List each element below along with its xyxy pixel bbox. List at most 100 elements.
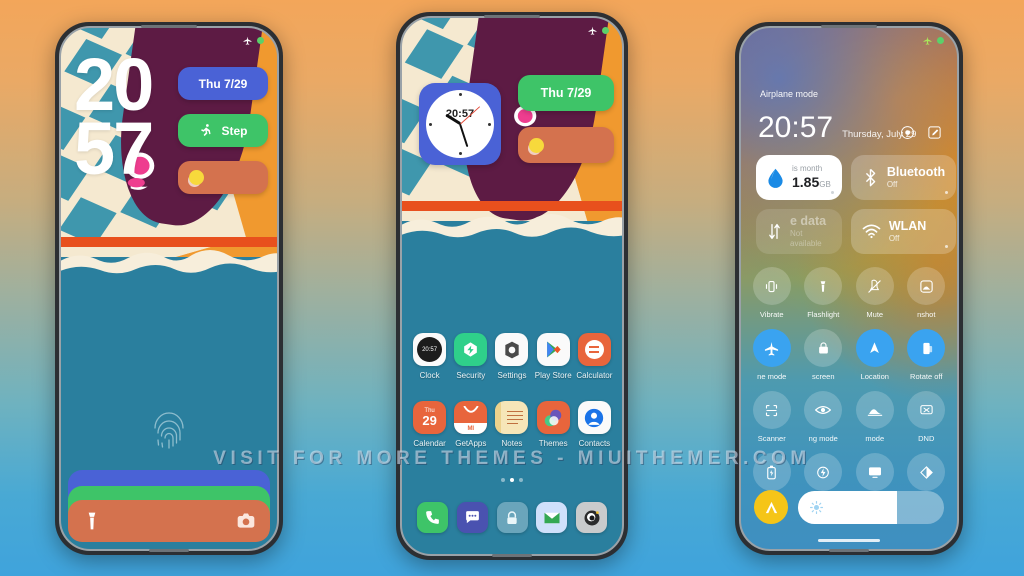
- tile-wlan-status: Off: [888, 234, 900, 244]
- widget-date[interactable]: Thu 7/29: [518, 75, 614, 111]
- app-label: Calendar: [413, 439, 446, 448]
- security-icon: [454, 333, 488, 366]
- cc-time: 20:57: [758, 111, 834, 144]
- bar-orange[interactable]: [68, 500, 270, 542]
- app-clock[interactable]: 20:57 Clock: [409, 333, 450, 380]
- bottom-speaker: [829, 549, 869, 552]
- tile-mobile-data-title: e data: [790, 214, 827, 229]
- toggle-mute[interactable]: Mute: [849, 267, 901, 319]
- tile-data-value: 1.85: [792, 173, 820, 190]
- page-dot-active[interactable]: [510, 478, 514, 482]
- app-contacts[interactable]: Contacts: [574, 401, 615, 448]
- toggle-label: Mute: [866, 310, 884, 319]
- app-label: Themes: [538, 439, 568, 448]
- toggle-label: DND: [918, 434, 935, 443]
- vibrate-icon: [752, 267, 791, 305]
- toggle-lockscreen[interactable]: screen: [798, 329, 850, 381]
- tile-bluetooth-status: Off: [886, 180, 898, 190]
- tile-mobile-data-status: Not available: [790, 229, 822, 249]
- scanner-icon: [752, 391, 791, 429]
- app-label: Security: [456, 371, 486, 380]
- toggle-airplane-mode[interactable]: ne mode: [746, 329, 798, 381]
- toggle-screenshot[interactable]: nshot: [901, 267, 953, 319]
- app-play-store[interactable]: Play Store: [533, 333, 574, 380]
- lock-icon[interactable]: [496, 502, 528, 533]
- widget-date-label: Thu 7/29: [198, 76, 248, 91]
- record-icon[interactable]: [900, 125, 915, 140]
- app-themes[interactable]: Themes: [533, 401, 574, 448]
- toggle-dnd[interactable]: DND: [901, 391, 953, 443]
- analog-clock-widget[interactable]: 20:57: [419, 83, 501, 165]
- toggle-dark-mode[interactable]: mode: [849, 391, 901, 443]
- toggle-label: ne mode: [757, 372, 787, 381]
- widget-step-label: Step: [221, 123, 248, 138]
- phone-1-statusbar: [60, 27, 278, 53]
- fingerprint-icon[interactable]: [152, 410, 186, 450]
- toggle-label: nshot: [917, 310, 936, 319]
- app-label: Settings: [497, 371, 527, 380]
- page-dot[interactable]: [519, 478, 523, 482]
- toggle-reading-mode[interactable]: ng mode: [798, 391, 850, 443]
- sun-icon: [529, 137, 544, 153]
- toggle-location[interactable]: Location: [849, 329, 901, 381]
- bottom-speaker: [492, 554, 532, 557]
- tile-wlan[interactable]: WLAN Off: [850, 209, 957, 254]
- airplane-icon: [588, 26, 597, 35]
- tile-mobile-data[interactable]: e data Not available: [756, 209, 842, 254]
- tile-bluetooth[interactable]: Bluetooth Off: [850, 155, 957, 200]
- flashlight-icon: [804, 267, 843, 305]
- battery-icon: [937, 36, 944, 44]
- earpiece-speaker: [141, 25, 197, 28]
- app-label: GetApps: [455, 439, 487, 448]
- phone-2-screen: 20:57 Thu 7/29 20:57 Clock Security Sett…: [401, 17, 623, 555]
- data-arrows-icon: [769, 223, 780, 240]
- app-label: Play Store: [534, 371, 572, 380]
- email-icon[interactable]: [536, 502, 568, 533]
- brightness-slider[interactable]: [798, 490, 944, 524]
- widget-step[interactable]: Step: [178, 114, 268, 147]
- toggle-scanner[interactable]: Scanner: [746, 391, 798, 443]
- sun-icon: [189, 170, 204, 185]
- app-settings[interactable]: Settings: [491, 333, 532, 380]
- app-notes[interactable]: Notes: [491, 401, 532, 448]
- tile-data-usage[interactable]: is month 1.85GB: [756, 155, 842, 200]
- phone-icon[interactable]: [417, 502, 448, 533]
- tile-led: [945, 245, 949, 248]
- phone-3-screen: Airplane mode 20:57 Thursday, July 29 is…: [740, 27, 958, 550]
- airplane-mode-status: Airplane mode: [760, 89, 819, 99]
- camera-icon[interactable]: [236, 511, 256, 531]
- wifi-icon: [862, 224, 881, 239]
- page-dot[interactable]: [501, 478, 505, 482]
- clock-icon: 20:57: [413, 333, 447, 366]
- home-indicator[interactable]: [818, 539, 880, 542]
- airplane-icon: [752, 329, 791, 367]
- camera-icon[interactable]: [576, 502, 607, 533]
- foam-art: [60, 250, 278, 280]
- foam-art: [401, 214, 623, 244]
- app-grid-row-2: Thu 29 Calendar MI GetApps Notes Themes …: [401, 401, 623, 448]
- phone-1-lockscreen: 20 57 Thu 7/29 Step: [55, 22, 283, 555]
- brightness-icon: [809, 500, 824, 514]
- app-security[interactable]: Security: [450, 333, 491, 380]
- widget-weather[interactable]: [518, 127, 614, 163]
- tile-data-caption: is month: [792, 164, 823, 174]
- widget-date[interactable]: Thu 7/29: [178, 67, 268, 100]
- toggle-vibrate[interactable]: Vibrate: [746, 267, 798, 319]
- auto-brightness-icon[interactable]: [754, 490, 788, 524]
- toggle-label: Flashlight: [807, 310, 840, 319]
- messages-icon[interactable]: [456, 502, 488, 533]
- control-center-clock[interactable]: 20:57 Thursday, July 29: [758, 113, 916, 143]
- toggle-rotate[interactable]: Rotate off: [901, 329, 953, 381]
- app-calendar[interactable]: Thu 29 Calendar: [409, 401, 450, 448]
- battery-icon: [257, 36, 264, 44]
- tile-led: [945, 191, 949, 194]
- toggle-flashlight[interactable]: Flashlight: [798, 267, 850, 319]
- home-widgets: Thu 7/29: [518, 75, 614, 163]
- edit-icon[interactable]: [927, 125, 942, 140]
- app-getapps[interactable]: MI GetApps: [450, 401, 491, 448]
- flashlight-icon[interactable]: [82, 511, 102, 531]
- bottom-speaker: [149, 549, 189, 552]
- app-calculator[interactable]: Calculator: [574, 333, 615, 380]
- location-icon: [855, 329, 894, 367]
- widget-weather[interactable]: [178, 161, 268, 194]
